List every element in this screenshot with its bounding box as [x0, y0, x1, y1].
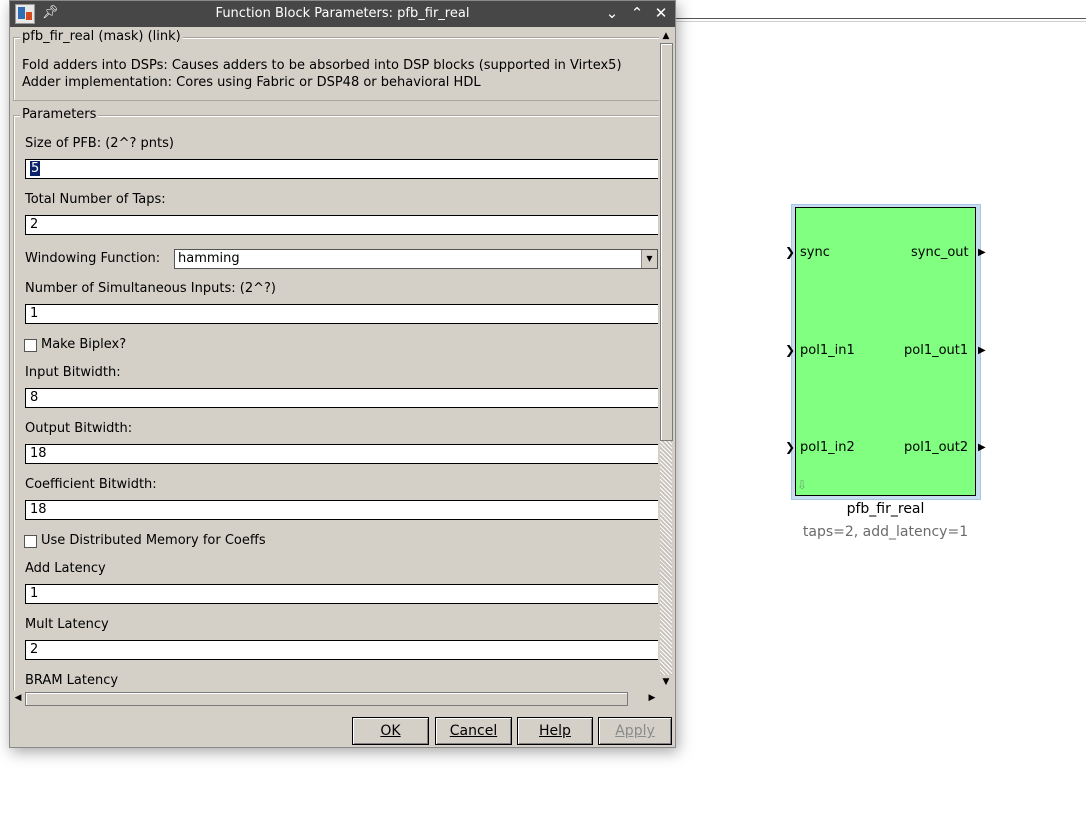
cancel-button[interactable]: Cancel — [435, 717, 512, 745]
input-port-sync[interactable]: sync — [800, 245, 830, 260]
block-name[interactable]: pfb_fir_real — [795, 501, 976, 517]
mask-description-line2: Adder implementation: Cores using Fabric… — [22, 75, 481, 90]
close-icon[interactable]: ✕ — [651, 3, 671, 23]
output-port-pol1-out2[interactable]: pol1_out2 — [904, 440, 968, 455]
make-biplex-checkbox[interactable] — [24, 339, 37, 352]
size-of-pfb-value: 5 — [30, 161, 41, 176]
horizontal-scroll-thumb[interactable] — [25, 692, 628, 706]
input-bitwidth-input[interactable]: 8 — [25, 388, 658, 408]
horizontal-scrollbar[interactable]: ◀ ▶ — [11, 691, 660, 707]
total-taps-label: Total Number of Taps: — [25, 192, 166, 207]
mask-header: pfb_fir_real (mask) (link) — [20, 29, 183, 44]
size-of-pfb-label: Size of PFB: (2^? pnts) — [25, 136, 174, 151]
input-port-pol1-in2[interactable]: pol1_in2 — [800, 440, 855, 455]
apply-button-label: Apply — [615, 723, 655, 739]
ok-button[interactable]: OK — [352, 717, 429, 745]
ok-button-label: OK — [380, 723, 401, 739]
help-button[interactable]: Help — [517, 717, 593, 745]
add-latency-input[interactable]: 1 — [25, 584, 658, 604]
input-bitwidth-label: Input Bitwidth: — [25, 365, 121, 380]
mask-description-line1: Fold adders into DSPs: Causes adders to … — [22, 58, 622, 73]
size-of-pfb-input[interactable]: 5 — [25, 159, 658, 179]
scroll-right-icon[interactable]: ▶ — [645, 691, 659, 705]
windowing-function-value: hamming — [178, 251, 240, 266]
scroll-down-icon[interactable]: ▼ — [659, 675, 673, 689]
cancel-button-label: Cancel — [449, 723, 498, 739]
chevron-down-icon[interactable]: ⌄ — [602, 3, 622, 23]
vertical-scroll-track[interactable] — [660, 441, 672, 675]
distributed-memory-checkbox[interactable] — [24, 535, 37, 548]
input-port-marker-icon: ❯ — [785, 245, 796, 259]
mult-latency-input[interactable]: 2 — [25, 640, 658, 660]
output-port-sync-out[interactable]: sync_out — [911, 245, 969, 260]
parameters-scroll-area[interactable]: pfb_fir_real (mask) (link) Fold adders i… — [10, 27, 675, 691]
input-port-marker-icon: ❯ — [785, 440, 796, 454]
scroll-left-icon[interactable]: ◀ — [11, 691, 25, 705]
add-latency-label: Add Latency — [25, 561, 106, 576]
apply-button[interactable]: Apply — [598, 717, 672, 745]
output-port-marker-icon: ▶ — [978, 345, 986, 356]
coefficient-bitwidth-label: Coefficient Bitwidth: — [25, 477, 157, 492]
mult-latency-label: Mult Latency — [25, 617, 109, 632]
output-bitwidth-label: Output Bitwidth: — [25, 421, 133, 436]
input-port-pol1-in1[interactable]: pol1_in1 — [800, 343, 855, 358]
coefficient-bitwidth-input[interactable]: 18 — [25, 500, 658, 520]
canvas-top-border — [674, 18, 1086, 19]
simultaneous-inputs-input[interactable]: 1 — [25, 304, 658, 324]
windowing-function-select[interactable]: hamming ▼ — [174, 249, 658, 269]
bram-latency-label: BRAM Latency — [25, 673, 119, 688]
block-annotation: taps=2, add_latency=1 — [802, 524, 969, 540]
dialog-titlebar[interactable]: 📌︎ Function Block Parameters: pfb_fir_re… — [10, 1, 675, 27]
dialog-title: Function Block Parameters: pfb_fir_real — [215, 6, 470, 21]
vertical-scroll-thumb[interactable] — [660, 43, 673, 441]
output-port-pol1-out1[interactable]: pol1_out1 — [904, 343, 968, 358]
help-button-label: Help — [539, 723, 571, 739]
output-port-marker-icon: ▶ — [978, 442, 986, 453]
vertical-scrollbar[interactable]: ▲ ▼ — [659, 29, 673, 689]
simultaneous-inputs-label: Number of Simultaneous Inputs: (2^?) — [25, 281, 276, 296]
function-block-parameters-dialog: 📌︎ Function Block Parameters: pfb_fir_re… — [9, 0, 676, 748]
output-bitwidth-input[interactable]: 18 — [25, 444, 658, 464]
parameters-legend: Parameters — [20, 107, 99, 122]
make-biplex-label[interactable]: Make Biplex? — [41, 337, 126, 352]
total-taps-input[interactable]: 2 — [25, 215, 658, 235]
scroll-up-icon[interactable]: ▲ — [659, 29, 673, 43]
chevron-up-icon[interactable]: ⌃ — [627, 3, 647, 23]
input-port-marker-icon: ❯ — [785, 343, 796, 357]
link-arrow-icon: ⇩ — [797, 478, 808, 492]
windowing-function-label: Windowing Function: — [25, 251, 161, 266]
output-port-marker-icon: ▶ — [978, 247, 986, 258]
distributed-memory-label[interactable]: Use Distributed Memory for Coeffs — [41, 533, 266, 548]
dropdown-arrow-icon[interactable]: ▼ — [641, 250, 657, 268]
canvas-top-border-shadow — [674, 21, 1086, 22]
